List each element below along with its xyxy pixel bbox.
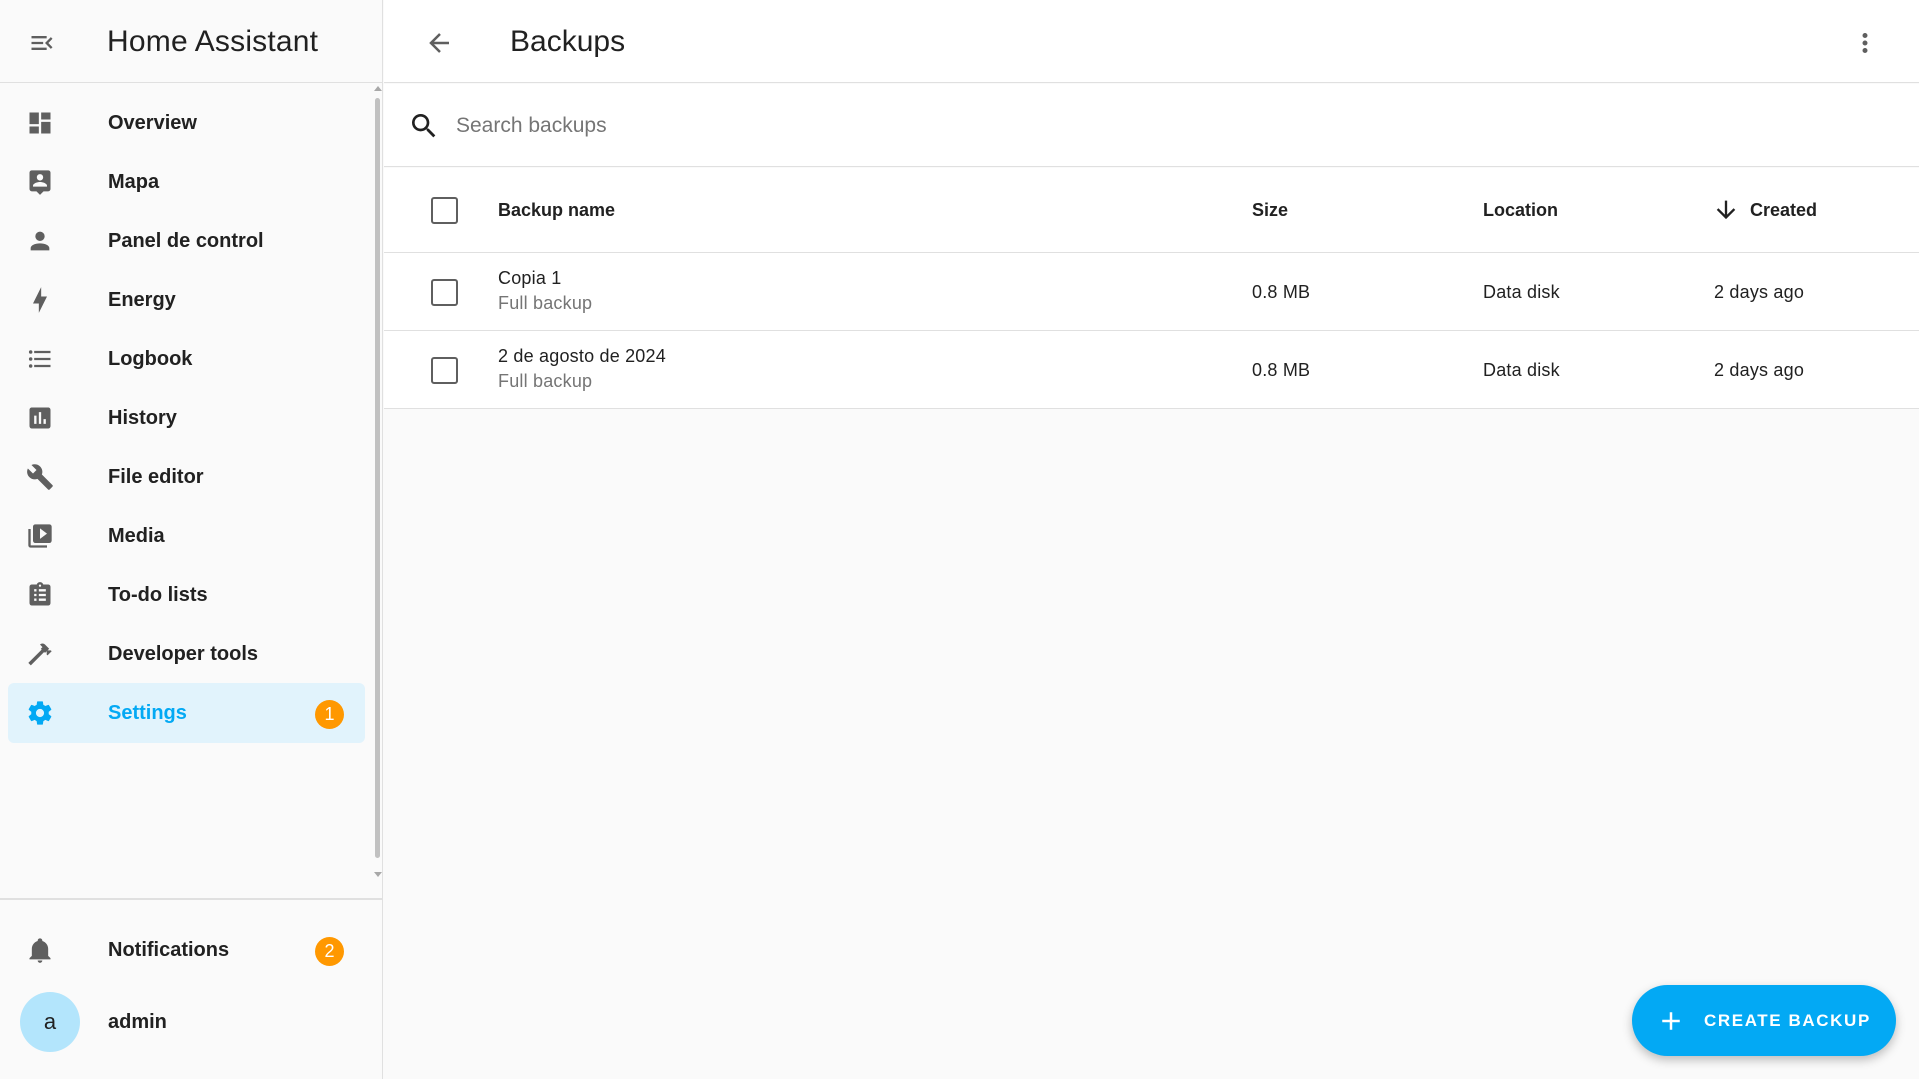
hammer-icon — [26, 640, 54, 668]
column-header-backup-name[interactable]: Backup name — [498, 168, 615, 253]
main-content: Backups Backup name Size Location Create… — [384, 0, 1919, 1079]
top-app-bar: Backups — [384, 0, 1919, 83]
create-backup-label: CREATE BACKUP — [1704, 1011, 1871, 1030]
sidebar-toggle-button[interactable] — [18, 19, 66, 67]
sidebar-item-energy[interactable]: Energy — [8, 270, 365, 330]
row-checkbox[interactable] — [431, 357, 458, 384]
wrench-icon — [26, 463, 54, 491]
sidebar-item-history[interactable]: History — [8, 388, 365, 448]
sidebar-item-label: Mapa — [108, 171, 160, 193]
cog-icon — [26, 699, 54, 727]
account-icon — [26, 227, 54, 255]
sidebar: Home Assistant Overview Mapa Panel de co… — [0, 0, 383, 1079]
back-button[interactable] — [415, 19, 463, 67]
sidebar-item-label: History — [108, 407, 177, 429]
create-backup-button[interactable]: CREATE BACKUP — [1632, 985, 1896, 1056]
backup-size: 0.8 MB — [1252, 282, 1311, 302]
sidebar-item-label: Developer tools — [108, 643, 259, 665]
backup-name-cell: 2 de agosto de 2024 Full backup — [498, 344, 666, 394]
search-input[interactable] — [456, 102, 1356, 150]
backups-table: Backup name Size Location Created Copia … — [384, 168, 1919, 409]
sidebar-item-label: Overview — [108, 112, 197, 134]
scroll-down-arrow-icon[interactable] — [374, 872, 382, 877]
avatar: a — [20, 992, 80, 1052]
play-box-multiple-icon — [26, 522, 54, 550]
bell-icon — [26, 936, 54, 964]
backup-type: Full backup — [498, 293, 593, 313]
settings-badge: 1 — [315, 700, 344, 729]
sidebar-item-logbook[interactable]: Logbook — [8, 329, 365, 389]
sidebar-nav: Overview Mapa Panel de control Energy Lo — [0, 84, 375, 879]
backup-name: Copia 1 — [498, 268, 562, 288]
sidebar-item-to-do-lists[interactable]: To-do lists — [8, 565, 365, 625]
sidebar-item-mapa[interactable]: Mapa — [8, 152, 365, 212]
sidebar-item-label: Media — [108, 525, 165, 547]
sidebar-item-overview[interactable]: Overview — [8, 93, 365, 153]
arrow-down-sort-icon[interactable] — [1712, 196, 1740, 224]
sidebar-item-label: File editor — [108, 466, 204, 488]
row-checkbox[interactable] — [431, 279, 458, 306]
search-bar — [384, 84, 1919, 167]
sidebar-item-label: admin — [108, 1011, 167, 1033]
table-row[interactable]: Copia 1 Full backup 0.8 MB Data disk 2 d… — [384, 253, 1919, 331]
backup-location: Data disk — [1483, 282, 1560, 302]
table-row[interactable]: 2 de agosto de 2024 Full backup 0.8 MB D… — [384, 331, 1919, 409]
page-title: Backups — [510, 25, 626, 58]
sidebar-title: Home Assistant — [107, 25, 319, 58]
backup-size: 0.8 MB — [1252, 360, 1311, 380]
sidebar-item-label: Panel de control — [108, 230, 264, 252]
dots-vertical-icon — [1862, 33, 1868, 53]
map-account-icon — [26, 168, 54, 196]
column-header-created[interactable]: Created — [1750, 168, 1817, 253]
backup-name-cell: Copia 1 Full backup — [498, 266, 592, 316]
menu-open-icon — [31, 36, 53, 50]
backup-created: 2 days ago — [1714, 282, 1805, 302]
sidebar-item-label: Logbook — [108, 348, 193, 370]
sidebar-item-label: Notifications — [108, 939, 230, 961]
plus-icon — [1662, 1012, 1680, 1030]
search-icon — [412, 114, 436, 138]
sidebar-item-media[interactable]: Media — [8, 506, 365, 566]
select-all-checkbox[interactable] — [431, 197, 458, 224]
lightning-bolt-icon — [26, 286, 54, 314]
format-list-bulleted-icon — [26, 345, 54, 373]
sidebar-header: Home Assistant — [0, 0, 383, 83]
backup-type: Full backup — [498, 371, 593, 391]
sidebar-divider — [0, 898, 383, 900]
sidebar-item-settings[interactable]: Settings 1 — [8, 683, 365, 743]
column-header-size[interactable]: Size — [1252, 168, 1288, 253]
sidebar-item-label: Settings — [108, 702, 187, 724]
table-header-row: Backup name Size Location Created — [384, 168, 1919, 253]
sidebar-item-notifications[interactable]: Notifications 2 — [8, 920, 365, 980]
column-header-location[interactable]: Location — [1483, 168, 1558, 253]
sidebar-scrollbar[interactable] — [373, 84, 383, 879]
overflow-menu-button[interactable] — [1841, 19, 1889, 67]
notifications-badge: 2 — [315, 937, 344, 966]
arrow-left-icon — [429, 33, 449, 53]
sidebar-item-developer-tools[interactable]: Developer tools — [8, 624, 365, 684]
chart-box-icon — [26, 404, 54, 432]
sidebar-item-panel-de-control[interactable]: Panel de control — [8, 211, 365, 271]
sidebar-item-label: Energy — [108, 289, 176, 311]
backup-location: Data disk — [1483, 360, 1560, 380]
clipboard-list-icon — [26, 581, 54, 609]
backup-name: 2 de agosto de 2024 — [498, 346, 666, 366]
sidebar-item-user[interactable]: a admin — [8, 992, 365, 1052]
backup-created: 2 days ago — [1714, 360, 1805, 380]
sidebar-item-label: To-do lists — [108, 584, 208, 606]
sidebar-item-file-editor[interactable]: File editor — [8, 447, 365, 507]
scroll-up-arrow-icon[interactable] — [374, 86, 382, 91]
dashboard-icon — [26, 109, 54, 137]
scrollbar-thumb[interactable] — [375, 98, 380, 858]
